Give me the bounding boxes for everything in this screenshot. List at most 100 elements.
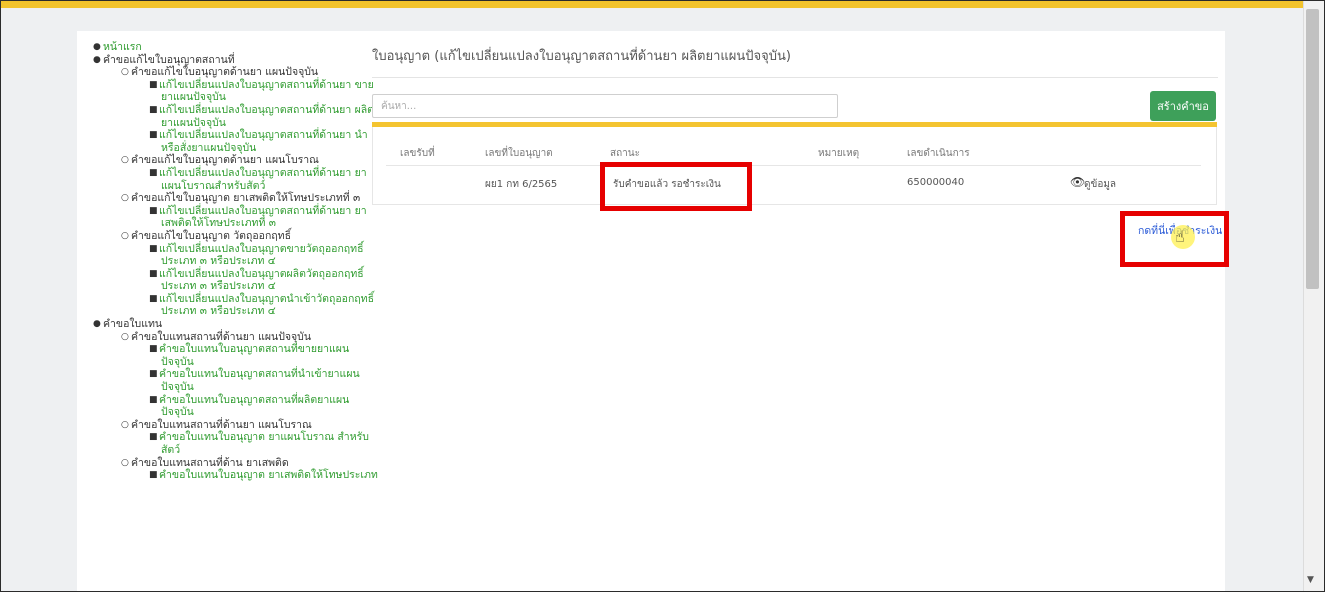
- sidebar-item: ○ คำขอแก้ไขใบอนุญาต ยาเสพติดให้โทษประเภทท…: [81, 192, 360, 205]
- table-header-divider: [386, 165, 1201, 166]
- sidebar-item[interactable]: ■ คำขอใบแทนใบอนุญาตสถานที่ขายยาแผน: [81, 343, 351, 356]
- sidebar-item-label[interactable]: ปัจจุบัน: [161, 406, 194, 419]
- sidebar-item[interactable]: ■ แก้ไขเปลี่ยนแปลงใบอนุญาตผลิตวัตถุออกฤทธ…: [81, 268, 364, 281]
- sidebar-item[interactable]: ● หน้าแรก: [81, 41, 351, 54]
- sidebar-item-label[interactable]: แก้ไขเปลี่ยนแปลงใบอนุญาตนำเข้าวัตถุออกฤท…: [159, 293, 374, 306]
- search-input[interactable]: [372, 94, 838, 118]
- create-request-button[interactable]: สร้างคำขอ: [1150, 91, 1216, 121]
- sidebar-item[interactable]: ■ คำขอใบแทนใบอนุญาต ยาเสพติดให้โทษประเภท: [81, 469, 378, 482]
- cell-process-no: 650000040: [907, 177, 965, 188]
- sidebar-item[interactable]: ยาแผนปัจจุบัน: [81, 117, 351, 130]
- sidebar-item-label[interactable]: คำขอใบแทนใบอนุญาตสถานที่ขายยาแผน: [159, 343, 349, 356]
- results-table: [372, 127, 1217, 205]
- sidebar-item-label: คำขอใบแทนสถานที่ด้านยา แผนโบราณ: [131, 418, 312, 431]
- scroll-down-arrow-icon[interactable]: ▼: [1307, 575, 1314, 585]
- bullet-icon: ○: [121, 67, 129, 78]
- sidebar-item-label[interactable]: แก้ไขเปลี่ยนแปลงใบอนุญาตสถานที่ด้านยา ยา: [159, 205, 367, 218]
- sidebar-item[interactable]: ■ แก้ไขเปลี่ยนแปลงใบอนุญาตขายวัตถุออกฤทธิ…: [81, 243, 364, 256]
- sidebar-item-label[interactable]: ปัจจุบัน: [161, 381, 194, 394]
- bullet-icon: ■: [149, 243, 158, 254]
- bullet-icon: ○: [121, 193, 129, 204]
- sidebar-item-label[interactable]: ประเภท ๓ หรือประเภท ๔: [161, 255, 276, 268]
- sidebar-item: ○ คำขอใบแทนสถานที่ด้านยา แผนโบราณ: [81, 419, 351, 432]
- sidebar-item[interactable]: ■ คำขอใบแทนใบอนุญาตสถานที่ผลิตยาแผน: [81, 394, 351, 407]
- sidebar-item[interactable]: ปัจจุบัน: [81, 381, 351, 394]
- sidebar-item[interactable]: ประเภท ๓ หรือประเภท ๔: [81, 255, 351, 268]
- title-divider: [372, 77, 1218, 78]
- sidebar-item[interactable]: เสพติดให้โทษประเภทที่ ๓: [81, 217, 351, 230]
- sidebar-item[interactable]: แผนโบราณสำหรับสัตว์: [81, 180, 351, 193]
- bullet-icon: ●: [93, 42, 101, 52]
- bullet-icon: ■: [149, 104, 158, 115]
- sidebar-item-label[interactable]: คำขอใบแทนใบอนุญาต ยาเสพติดให้โทษประเภท: [159, 469, 378, 482]
- sidebar-item-label[interactable]: หรือสั่งยาแผนปัจจุบัน: [161, 142, 256, 155]
- bullet-icon: ○: [121, 331, 129, 342]
- sidebar-item: ○ คำขอแก้ไขใบอนุญาต วัตถุออกฤทธิ์: [81, 230, 351, 243]
- cell-license-no: ผย1 กท 6/2565: [485, 179, 558, 190]
- view-details-link[interactable]: ดูข้อมูล: [1084, 177, 1116, 192]
- header-note: หมายเหตุ: [818, 148, 860, 159]
- sidebar-item-label[interactable]: คำขอใบแทนใบอนุญาตสถานที่ผลิตยาแผน: [159, 394, 349, 407]
- sidebar-item-label[interactable]: แผนโบราณสำหรับสัตว์: [161, 180, 265, 193]
- sidebar-item-label[interactable]: แก้ไขเปลี่ยนแปลงใบอนุญาตผลิตวัตถุออกฤทธิ…: [159, 268, 364, 281]
- bullet-icon: ○: [121, 230, 129, 241]
- sidebar-item[interactable]: ■ แก้ไขเปลี่ยนแปลงใบอนุญาตสถานที่ด้านยา น…: [81, 129, 368, 142]
- eye-icon[interactable]: 👁: [1070, 175, 1085, 189]
- bullet-icon: ○: [121, 419, 129, 430]
- sidebar-item[interactable]: หรือสั่งยาแผนปัจจุบัน: [81, 142, 351, 155]
- hand-pointer-icon: ☝: [1175, 227, 1185, 246]
- sidebar-item[interactable]: ■ แก้ไขเปลี่ยนแปลงใบอนุญาตสถานที่ด้านยา ข…: [81, 79, 374, 92]
- bullet-icon: ■: [149, 79, 158, 90]
- bullet-icon: ■: [149, 369, 158, 380]
- sidebar-item[interactable]: ปัจจุบัน: [81, 406, 351, 419]
- sidebar-item[interactable]: ■ แก้ไขเปลี่ยนแปลงใบอนุญาตสถานที่ด้านยา ย…: [81, 205, 367, 218]
- sidebar-item-label[interactable]: ยาแผนปัจจุบัน: [161, 91, 226, 104]
- sidebar-item[interactable]: ปัจจุบัน: [81, 356, 351, 369]
- bullet-icon: ■: [149, 470, 158, 481]
- status-highlight-box: [600, 162, 752, 211]
- sidebar-item[interactable]: ■ คำขอใบแทนใบอนุญาตสถานที่นำเข้ายาแผน: [81, 368, 360, 381]
- bullet-icon: ○: [121, 457, 129, 468]
- sidebar-item[interactable]: ประเภท ๓ หรือประเภท ๔: [81, 305, 351, 318]
- header-license-no: เลขที่ใบอนุญาต: [485, 148, 553, 159]
- sidebar-item-label[interactable]: แก้ไขเปลี่ยนแปลงใบอนุญาตสถานที่ด้านยา ผล…: [159, 104, 374, 117]
- sidebar-item-label[interactable]: เสพติดให้โทษประเภทที่ ๓: [161, 217, 276, 230]
- sidebar-item-label: คำขอแก้ไขใบอนุญาตด้านยา แผนโบราณ: [131, 154, 319, 167]
- sidebar-item[interactable]: ■ แก้ไขเปลี่ยนแปลงใบอนุญาตสถานที่ด้านยา ย…: [81, 167, 367, 180]
- sidebar-item-label[interactable]: แก้ไขเปลี่ยนแปลงใบอนุญาตสถานที่ด้านยา ขา…: [159, 79, 374, 92]
- sidebar-item[interactable]: สัตว์: [81, 444, 351, 457]
- bullet-icon: ○: [121, 155, 129, 166]
- sidebar-item-label[interactable]: ประเภท ๓ หรือประเภท ๔: [161, 305, 276, 318]
- sidebar-item: ○ คำขอแก้ไขใบอนุญาตด้านยา แผนโบราณ: [81, 154, 351, 167]
- bullet-icon: ■: [149, 268, 158, 279]
- sidebar-item-label[interactable]: แก้ไขเปลี่ยนแปลงใบอนุญาตสถานที่ด้านยา นำ: [159, 129, 368, 142]
- browser-viewport: ● หน้าแรก ● คำขอแก้ไขใบอนุญาตสถานที่ ○ คำขอแก…: [0, 0, 1325, 592]
- sidebar-item-label[interactable]: ยาแผนปัจจุบัน: [161, 117, 226, 130]
- sidebar-item: ○ คำขอใบแทนสถานที่ด้านยา แผนปัจจุบัน: [81, 331, 351, 344]
- sidebar-item-label: คำขอแก้ไขใบอนุญาต ยาเสพติดให้โทษประเภทที…: [131, 192, 361, 205]
- sidebar-item-label: คำขอแก้ไขใบอนุญาต วัตถุออกฤทธิ์: [131, 229, 291, 242]
- page-title: ใบอนุญาต (แก้ไขเปลี่ยนแปลงใบอนุญาตสถานที…: [372, 49, 791, 64]
- sidebar-item-label: คำขอใบแทนสถานที่ด้านยา แผนปัจจุบัน: [131, 330, 312, 343]
- sidebar-item-label[interactable]: แก้ไขเปลี่ยนแปลงใบอนุญาตสถานที่ด้านยา ยา: [159, 167, 367, 180]
- sidebar-item-label[interactable]: คำขอใบแทนใบอนุญาต ยาแผนโบราณ สำหรับ: [159, 431, 369, 444]
- sidebar-item-label: คำขอใบแทนสถานที่ด้าน ยาเสพติด: [131, 456, 289, 469]
- bullet-icon: ■: [149, 130, 158, 141]
- sidebar-item-label[interactable]: หน้าแรก: [103, 41, 142, 54]
- sidebar-item[interactable]: ยาแผนปัจจุบัน: [81, 91, 351, 104]
- sidebar-item-label[interactable]: ประเภท ๓ หรือประเภท ๔: [161, 280, 276, 293]
- sidebar-item[interactable]: ■ แก้ไขเปลี่ยนแปลงใบอนุญาตสถานที่ด้านยา ผ…: [81, 104, 374, 117]
- sidebar-item[interactable]: ■ แก้ไขเปลี่ยนแปลงใบอนุญาตนำเข้าวัตถุออกฤ…: [81, 293, 374, 306]
- sidebar-item-label[interactable]: สัตว์: [161, 444, 180, 457]
- bullet-icon: ●: [93, 319, 101, 330]
- sidebar-nav: ● หน้าแรก ● คำขอแก้ไขใบอนุญาตสถานที่ ○ คำขอแก…: [81, 41, 378, 482]
- sidebar-item[interactable]: ■ คำขอใบแทนใบอนุญาต ยาแผนโบราณ สำหรับ: [81, 431, 369, 444]
- sidebar-item[interactable]: ประเภท ๓ หรือประเภท ๔: [81, 280, 351, 293]
- sidebar-item-label[interactable]: คำขอใบแทนใบอนุญาตสถานที่นำเข้ายาแผน: [159, 368, 360, 381]
- sidebar-item: ● คำขอแก้ไขใบอนุญาตสถานที่: [81, 54, 351, 67]
- scrollbar-thumb[interactable]: [1306, 9, 1319, 289]
- bullet-icon: ■: [149, 167, 158, 178]
- sidebar-item-label[interactable]: แก้ไขเปลี่ยนแปลงใบอนุญาตขายวัตถุออกฤทธิ์: [159, 243, 364, 256]
- sidebar-item-label[interactable]: ปัจจุบัน: [161, 356, 194, 369]
- bullet-icon: ■: [149, 205, 158, 216]
